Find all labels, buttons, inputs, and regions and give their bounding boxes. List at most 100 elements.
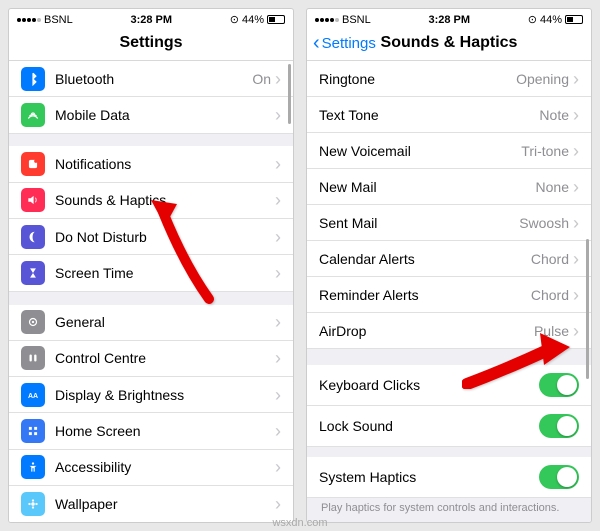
- group-separator: [307, 447, 591, 457]
- battery-percent: 44%: [242, 14, 264, 26]
- scrollbar[interactable]: [288, 64, 291, 124]
- status-left: BSNL: [17, 14, 73, 26]
- cell-value: Opening: [516, 71, 569, 87]
- carrier-label: BSNL: [44, 14, 73, 26]
- chevron-icon: ›: [573, 250, 579, 268]
- cell-label: Sent Mail: [319, 215, 519, 231]
- cell-label: Text Tone: [319, 107, 539, 123]
- cell-display-brightness[interactable]: AA Display & Brightness ›: [9, 377, 293, 413]
- cell-sounds-haptics[interactable]: Sounds & Haptics ›: [9, 183, 293, 219]
- chevron-icon: ›: [573, 178, 579, 196]
- cell-lock-sound[interactable]: Lock Sound: [307, 406, 591, 447]
- chevron-icon: ›: [275, 349, 281, 367]
- cell-label: New Mail: [319, 179, 536, 195]
- chevron-icon: ›: [275, 106, 281, 124]
- cell-value: Chord: [531, 287, 569, 303]
- section-footer: Play haptics for system controls and int…: [307, 498, 591, 522]
- chevron-icon: ›: [275, 386, 281, 404]
- cell-label: Accessibility: [55, 459, 275, 475]
- lock-sound-toggle[interactable]: [539, 414, 579, 438]
- cell-mobile-data[interactable]: Mobile Data ›: [9, 97, 293, 133]
- chevron-icon: ›: [275, 495, 281, 513]
- cell-label: Sounds & Haptics: [55, 192, 275, 208]
- cell-new-mail[interactable]: New Mail None ›: [307, 169, 591, 205]
- cell-label: Keyboard Clicks: [319, 377, 539, 393]
- statusbar: BSNL 3:28 PM ⊙ 44%: [307, 9, 591, 30]
- group-separator: [307, 349, 591, 365]
- cell-label: Ringtone: [319, 71, 516, 87]
- chevron-icon: ›: [275, 191, 281, 209]
- cell-keyboard-clicks[interactable]: Keyboard Clicks: [307, 365, 591, 406]
- cell-do-not-disturb[interactable]: Do Not Disturb ›: [9, 219, 293, 255]
- cell-control-centre[interactable]: Control Centre ›: [9, 341, 293, 377]
- cell-label: Home Screen: [55, 423, 275, 439]
- scrollbar[interactable]: [586, 239, 589, 379]
- cell-value: Tri-tone: [521, 143, 569, 159]
- cell-new-voicemail[interactable]: New Voicemail Tri-tone ›: [307, 133, 591, 169]
- accessibility-icon: [21, 455, 45, 479]
- cell-calendar-alerts[interactable]: Calendar Alerts Chord ›: [307, 241, 591, 277]
- cell-accessibility[interactable]: Accessibility ›: [9, 450, 293, 486]
- chevron-icon: ›: [275, 313, 281, 331]
- chevron-icon: ›: [275, 155, 281, 173]
- cell-label: Do Not Disturb: [55, 229, 275, 245]
- chevron-icon: ›: [275, 228, 281, 246]
- group-separator: [9, 134, 293, 147]
- chevron-icon: ›: [275, 70, 281, 88]
- cell-value: None: [536, 179, 569, 195]
- group-separator: [9, 292, 293, 305]
- cell-sent-mail[interactable]: Sent Mail Swoosh ›: [307, 205, 591, 241]
- cell-airdrop[interactable]: AirDrop Pulse ›: [307, 313, 591, 349]
- cell-label: Mobile Data: [55, 107, 275, 123]
- cell-reminder-alerts[interactable]: Reminder Alerts Chord ›: [307, 277, 591, 313]
- status-left: BSNL: [315, 14, 371, 26]
- cell-label: System Haptics: [319, 469, 539, 485]
- cell-system-haptics[interactable]: System Haptics: [307, 457, 591, 498]
- keyboard-clicks-toggle[interactable]: [539, 373, 579, 397]
- alarm-icon: ⊙: [230, 13, 239, 26]
- chevron-icon: ›: [573, 142, 579, 160]
- settings-screen: BSNL 3:28 PM ⊙ 44% Settings Bluetooth On…: [8, 8, 294, 523]
- back-label: Settings: [322, 35, 376, 52]
- cell-ringtone[interactable]: Ringtone Opening ›: [307, 61, 591, 97]
- cell-wallpaper[interactable]: Wallpaper ›: [9, 486, 293, 522]
- cell-value: Chord: [531, 251, 569, 267]
- cell-label: Screen Time: [55, 265, 275, 281]
- grid-icon: [21, 419, 45, 443]
- battery-area: ⊙ 44%: [528, 13, 583, 26]
- signal-icon: [315, 18, 339, 22]
- cell-notifications[interactable]: Notifications ›: [9, 146, 293, 182]
- navbar: Settings: [9, 30, 293, 61]
- chevron-icon: ›: [275, 422, 281, 440]
- cell-value: On: [252, 71, 271, 87]
- settings-list[interactable]: Bluetooth On › Mobile Data › Notificatio…: [9, 61, 293, 522]
- time-label: 3:28 PM: [428, 14, 470, 26]
- cell-label: Lock Sound: [319, 418, 539, 434]
- cell-label: New Voicemail: [319, 143, 521, 159]
- chevron-icon: ›: [573, 286, 579, 304]
- chevron-icon: ›: [573, 106, 579, 124]
- back-button[interactable]: ‹ Settings: [313, 33, 376, 53]
- watermark: wsxdn.com: [272, 517, 327, 529]
- cell-general[interactable]: General ›: [9, 305, 293, 341]
- time-label: 3:28 PM: [130, 14, 172, 26]
- cell-value: Swoosh: [519, 215, 569, 231]
- cell-screen-time[interactable]: Screen Time ›: [9, 255, 293, 291]
- cell-home-screen[interactable]: Home Screen ›: [9, 413, 293, 449]
- alarm-icon: ⊙: [528, 13, 537, 26]
- sliders-icon: [21, 346, 45, 370]
- cell-label: Wallpaper: [55, 496, 275, 512]
- battery-icon: [267, 15, 285, 24]
- chevron-left-icon: ‹: [313, 33, 320, 53]
- cell-bluetooth[interactable]: Bluetooth On ›: [9, 61, 293, 97]
- cell-value: Note: [539, 107, 569, 123]
- cell-label: Reminder Alerts: [319, 287, 531, 303]
- cell-text-tone[interactable]: Text Tone Note ›: [307, 97, 591, 133]
- page-title: Settings: [119, 34, 182, 52]
- chevron-icon: ›: [573, 70, 579, 88]
- statusbar: BSNL 3:28 PM ⊙ 44%: [9, 9, 293, 30]
- sounds-list[interactable]: Ringtone Opening › Text Tone Note › New …: [307, 61, 591, 522]
- cell-label: AirDrop: [319, 323, 534, 339]
- system-haptics-toggle[interactable]: [539, 465, 579, 489]
- sounds-haptics-screen: BSNL 3:28 PM ⊙ 44% ‹ Settings Sounds & H…: [306, 8, 592, 523]
